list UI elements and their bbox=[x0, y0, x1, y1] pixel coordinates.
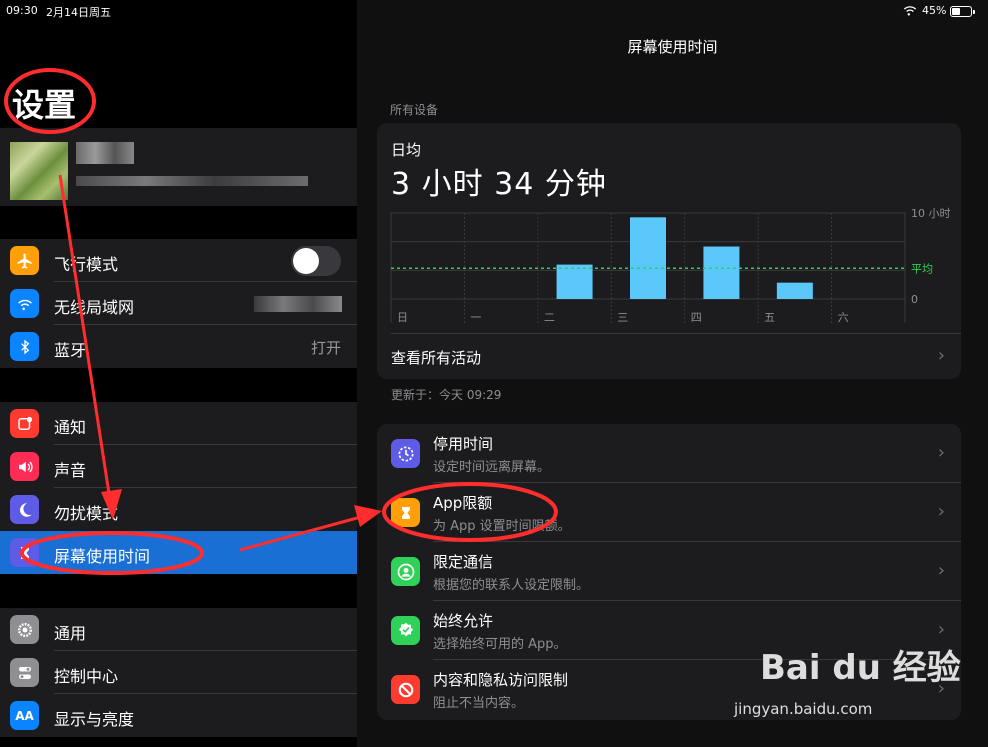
wifi-network-redacted bbox=[254, 296, 342, 312]
battery-icon bbox=[950, 6, 975, 17]
chevron-right-icon: › bbox=[937, 442, 945, 463]
sidebar-item-label: 显示与亮度 bbox=[54, 710, 135, 729]
communication-limits-item[interactable]: 限定通信 根据您的联系人设定限制。 › bbox=[377, 542, 961, 601]
profile-subtitle-redacted bbox=[76, 176, 308, 186]
watermark-url: jingyan.baidu.com bbox=[734, 700, 873, 718]
section-caption: 所有设备 bbox=[390, 103, 439, 117]
chart-category-label: 三 bbox=[617, 311, 628, 324]
watermark-logo: Bai du 经验 bbox=[760, 648, 961, 688]
chart-bar bbox=[703, 246, 740, 299]
switches-icon bbox=[10, 658, 39, 687]
see-all-activity-link[interactable]: 查看所有活动 bbox=[391, 347, 481, 368]
chevron-right-icon: › bbox=[937, 560, 945, 581]
settings-sidebar: 设置 飞行模式 无线局域网 蓝牙 打开 通知 声音 勿扰模式 屏幕使用时间 通用… bbox=[0, 0, 357, 747]
option-subtitle: 为 App 设置时间限额。 bbox=[433, 519, 571, 534]
wifi-icon bbox=[10, 289, 39, 318]
sidebar-item-label: 屏幕使用时间 bbox=[54, 547, 151, 566]
apple-id-profile[interactable] bbox=[0, 128, 357, 206]
sidebar-item-label: 通用 bbox=[54, 624, 87, 643]
bluetooth-icon bbox=[10, 332, 39, 361]
downtime-item[interactable]: 停用时间 设定时间远离屏幕。 › bbox=[377, 424, 961, 483]
hourglass-icon bbox=[391, 498, 420, 527]
battery-fill bbox=[952, 8, 960, 15]
chart-category-label: 六 bbox=[838, 311, 849, 324]
chart-category-label: 二 bbox=[544, 311, 555, 324]
general-group: 通用 控制中心 AA 显示与亮度 bbox=[0, 608, 357, 737]
battery-percentage: 45% bbox=[922, 4, 947, 17]
sidebar-item-label: 控制中心 bbox=[54, 667, 119, 686]
sidebar-item-general[interactable]: 通用 bbox=[0, 608, 357, 651]
option-subtitle: 阻止不当内容。 bbox=[433, 696, 525, 711]
option-title: 停用时间 bbox=[433, 435, 494, 453]
avatar bbox=[10, 142, 68, 200]
weekly-usage-chart: 日 一 二 三 四 五 六 平均 10 小时 0 bbox=[390, 207, 951, 324]
wifi-signal-icon bbox=[903, 6, 917, 16]
option-subtitle: 选择始终可用的 App。 bbox=[433, 637, 567, 652]
chart-y-tick-label: 0 bbox=[911, 293, 918, 306]
status-time: 09:30 bbox=[6, 4, 38, 17]
airplane-toggle[interactable] bbox=[291, 246, 341, 276]
chevron-right-icon: › bbox=[937, 619, 945, 640]
option-subtitle: 设定时间远离屏幕。 bbox=[433, 460, 551, 475]
usage-summary-card: 日均 3 小时 34 分钟 日一二三四五六平均 10 小时 0 查看所有活动 › bbox=[377, 123, 961, 379]
checkmark-badge-icon bbox=[391, 616, 420, 645]
toggle-knob bbox=[293, 248, 319, 274]
profile-name-redacted bbox=[76, 142, 134, 164]
gear-icon bbox=[10, 615, 39, 644]
sidebar-item-wifi[interactable]: 无线局域网 bbox=[0, 282, 357, 325]
sidebar-item-sounds[interactable]: 声音 bbox=[0, 445, 357, 488]
sidebar-item-airplane[interactable]: 飞行模式 bbox=[0, 239, 357, 282]
chart-bar bbox=[776, 282, 813, 299]
chart-bar bbox=[556, 264, 593, 299]
option-subtitle: 根据您的联系人设定限制。 bbox=[433, 578, 590, 593]
bluetooth-status: 打开 bbox=[310, 339, 341, 357]
sidebar-item-notifications[interactable]: 通知 bbox=[0, 402, 357, 445]
sidebar-item-dnd[interactable]: 勿扰模式 bbox=[0, 488, 357, 531]
hourglass-icon bbox=[10, 538, 39, 567]
sidebar-item-label: 无线局域网 bbox=[54, 298, 135, 317]
airplane-icon bbox=[10, 246, 39, 275]
app-limits-item[interactable]: App限额 为 App 设置时间限额。 › bbox=[377, 483, 961, 542]
sidebar-item-display[interactable]: AA 显示与亮度 bbox=[0, 694, 357, 737]
option-title: App限额 bbox=[433, 494, 493, 512]
chart-category-label: 五 bbox=[764, 311, 775, 324]
chevron-right-icon: › bbox=[937, 501, 945, 522]
chart-average-label: 平均 bbox=[911, 262, 933, 275]
sidebar-item-label: 声音 bbox=[54, 461, 87, 480]
divider bbox=[391, 333, 961, 334]
downtime-icon bbox=[391, 439, 420, 468]
sidebar-item-label: 飞行模式 bbox=[54, 255, 119, 274]
sidebar-item-bluetooth[interactable]: 蓝牙 打开 bbox=[0, 325, 357, 368]
chevron-right-icon: › bbox=[937, 345, 945, 366]
display-brightness-icon: AA bbox=[10, 701, 39, 730]
chart-bar bbox=[630, 217, 666, 299]
restriction-icon bbox=[391, 675, 420, 704]
updated-timestamp: 更新于：今天 09:29 bbox=[391, 388, 502, 402]
option-title: 限定通信 bbox=[433, 553, 494, 571]
notifications-icon bbox=[10, 409, 39, 438]
moon-icon bbox=[10, 495, 39, 524]
option-title: 始终允许 bbox=[433, 612, 494, 630]
sidebar-title: 设置 bbox=[12, 86, 77, 124]
chart-y-tick-label: 10 小时 bbox=[911, 207, 951, 220]
baidu-watermark: Bai du 经验 jingyan.baidu.com bbox=[734, 640, 961, 718]
connectivity-group: 飞行模式 无线局域网 蓝牙 打开 bbox=[0, 239, 357, 368]
speaker-icon bbox=[10, 452, 39, 481]
chart-category-label: 一 bbox=[470, 311, 481, 324]
option-title: 内容和隐私访问限制 bbox=[433, 671, 569, 689]
person-icon bbox=[391, 557, 420, 586]
sidebar-item-label: 通知 bbox=[54, 418, 87, 437]
notifications-group: 通知 声音 勿扰模式 屏幕使用时间 bbox=[0, 402, 357, 574]
chart-category-label: 日 bbox=[397, 311, 408, 324]
sidebar-item-control-center[interactable]: 控制中心 bbox=[0, 651, 357, 694]
sidebar-item-label: 蓝牙 bbox=[54, 341, 87, 360]
status-bar: 09:30 2月14日周五 45% bbox=[0, 0, 988, 24]
sidebar-item-label: 勿扰模式 bbox=[54, 504, 119, 523]
chart-category-label: 四 bbox=[691, 311, 702, 324]
status-date: 2月14日周五 bbox=[46, 6, 111, 19]
sidebar-item-screen-time[interactable]: 屏幕使用时间 bbox=[0, 531, 357, 574]
screen-time-detail: 屏幕使用时间 所有设备 日均 3 小时 34 分钟 日一二三四五六平均 10 小时… bbox=[357, 0, 988, 747]
page-title: 屏幕使用时间 bbox=[627, 38, 718, 56]
